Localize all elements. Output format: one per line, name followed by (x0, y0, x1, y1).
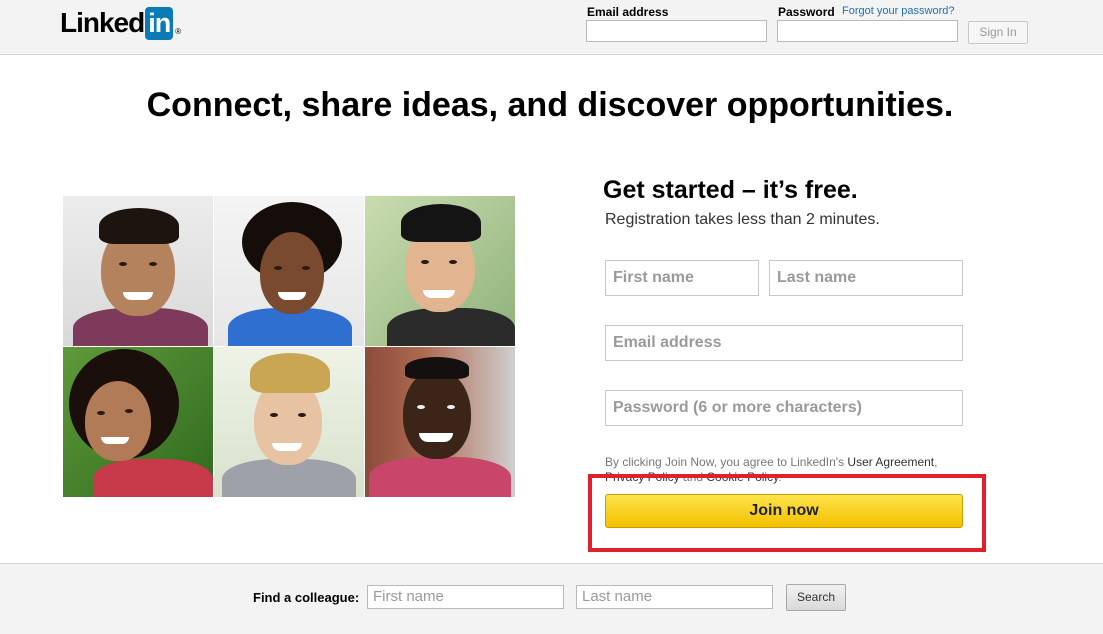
logo-registered-mark: ® (175, 27, 182, 36)
user-agreement-link[interactable]: User Agreement (847, 455, 934, 469)
top-header: Linked in ® Email address Password Forgo… (0, 0, 1103, 55)
linkedin-logo[interactable]: Linked in ® (60, 6, 181, 40)
sign-in-button[interactable]: Sign In (968, 21, 1028, 44)
email-input[interactable]: Email address (605, 325, 963, 361)
member-photo (214, 347, 364, 497)
member-photo (63, 347, 213, 497)
search-button[interactable]: Search (786, 584, 846, 611)
member-photo-grid (63, 196, 515, 497)
password-input[interactable]: Password (6 or more characters) (605, 390, 963, 426)
signin-email-label: Email address (587, 5, 669, 19)
last-name-input[interactable]: Last name (769, 260, 963, 296)
highlight-box (588, 474, 986, 552)
member-photo (365, 347, 515, 497)
signin-email-input[interactable] (586, 20, 767, 42)
colleague-last-name-input[interactable]: Last name (576, 585, 773, 609)
form-title: Get started – it’s free. (603, 176, 858, 204)
find-colleague-label: Find a colleague: (253, 590, 360, 605)
member-photo (214, 196, 364, 346)
signin-password-label: Password (778, 5, 835, 19)
member-photo (63, 196, 213, 346)
signin-password-input[interactable] (777, 20, 958, 42)
member-photo (365, 196, 515, 346)
logo-wordmark: Linked (60, 7, 145, 38)
form-subtitle: Registration takes less than 2 minutes. (605, 211, 880, 228)
terms-comma: , (934, 455, 938, 469)
terms-text: By clicking Join Now, you agree to Linke… (605, 455, 848, 469)
forgot-password-link[interactable]: Forgot your password? (842, 5, 955, 17)
logo-in-box: in (145, 6, 174, 40)
colleague-first-name-input[interactable]: First name (367, 585, 564, 609)
first-name-input[interactable]: First name (605, 260, 759, 296)
page-headline: Connect, share ideas, and discover oppor… (146, 86, 954, 124)
